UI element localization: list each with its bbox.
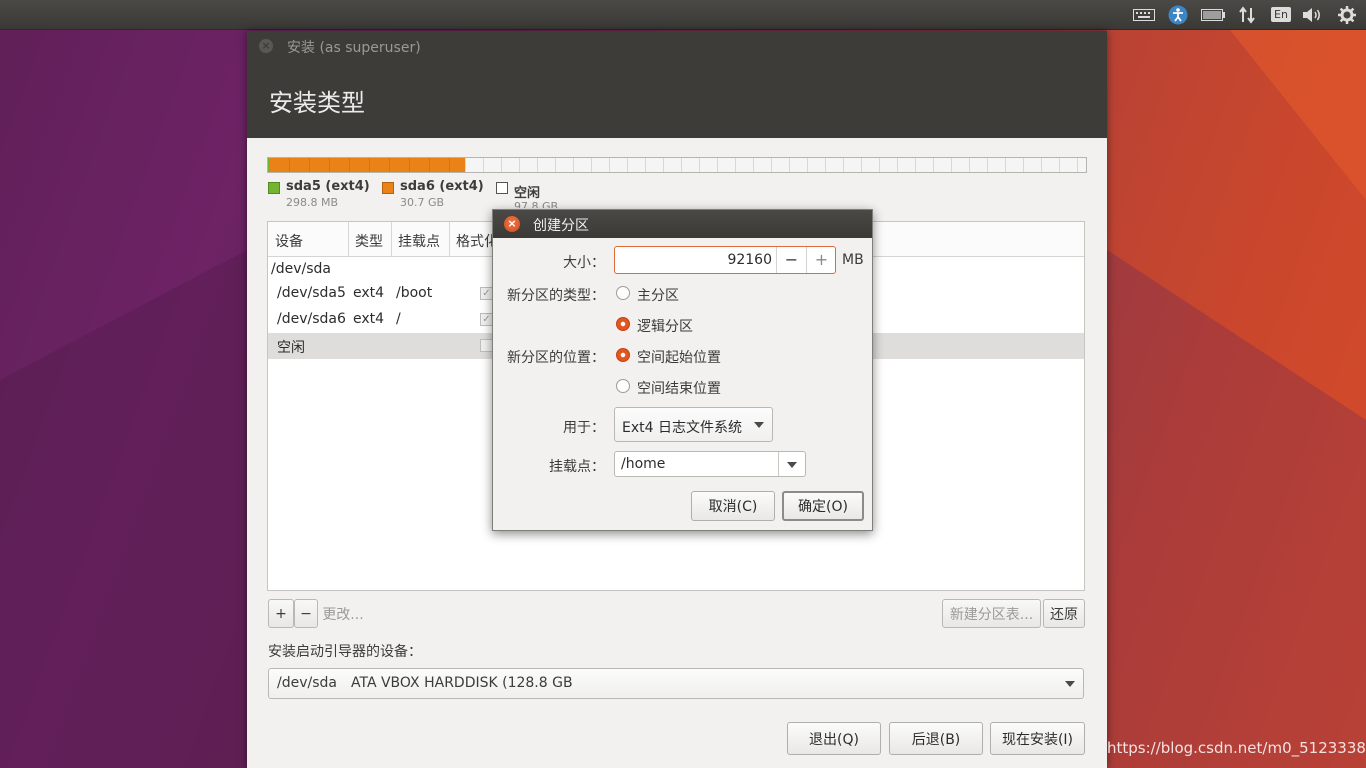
size-unit-label: MB — [842, 252, 864, 268]
location-end-radio[interactable] — [616, 379, 630, 393]
battery-icon[interactable] — [1200, 5, 1226, 24]
partition-type-label: 新分区的类型： — [507, 288, 605, 304]
ok-button[interactable]: 确定(O) — [782, 491, 864, 521]
legend-size-sda6: 30.7 GB — [400, 196, 445, 209]
chevron-down-icon[interactable] — [787, 462, 797, 468]
close-icon[interactable]: × — [504, 216, 520, 232]
legend-size-free: 97.8 GB — [514, 200, 559, 208]
column-header-mount[interactable]: 挂载点 — [398, 231, 440, 251]
disk-bar-sda6 — [270, 158, 465, 172]
volume-icon[interactable] — [1302, 5, 1324, 24]
boot-device-description: ATA VBOX HARDDISK (128.8 GB — [351, 675, 573, 691]
mount-point-value: /home — [621, 456, 666, 472]
legend-name-sda6: sda6 (ext4) — [400, 179, 484, 194]
row-mount: /boot — [396, 285, 433, 301]
dialog-titlebar: × 创建分区 — [493, 210, 872, 238]
remove-partition-button[interactable]: − — [294, 599, 318, 628]
row-mount: / — [396, 311, 401, 327]
row-device: /dev/sda — [271, 261, 331, 277]
network-icon[interactable] — [1237, 5, 1257, 24]
input-method-icon[interactable]: En — [1270, 5, 1292, 24]
column-separator — [348, 222, 349, 256]
size-label: 大小： — [563, 255, 605, 271]
row-device: 空闲 — [277, 340, 305, 356]
increase-size-button[interactable]: + — [806, 247, 836, 273]
installer-header: × 安装 (as superuser) 安装类型 — [247, 31, 1107, 138]
new-partition-table-button[interactable]: 新建分区表... — [942, 599, 1041, 628]
chevron-down-icon — [1065, 681, 1075, 687]
filesystem-select[interactable]: Ext4 日志文件系统 — [614, 407, 773, 442]
quit-button[interactable]: 退出(Q) — [787, 722, 881, 755]
size-input[interactable]: 92160 − + — [614, 246, 836, 274]
primary-partition-radio[interactable] — [616, 286, 630, 300]
accessibility-icon[interactable] — [1167, 5, 1189, 24]
logical-partition-label: 逻辑分区 — [637, 319, 693, 335]
partition-location-label: 新分区的位置： — [507, 350, 605, 366]
row-type: ext4 — [353, 311, 385, 327]
legend-swatch-sda6 — [382, 182, 394, 194]
column-separator — [449, 222, 450, 256]
chevron-down-icon — [754, 422, 764, 428]
add-partition-button[interactable]: + — [268, 599, 294, 628]
legend-size-sda5: 298.8 MB — [286, 196, 339, 209]
combo-separator — [778, 452, 779, 476]
column-separator — [391, 222, 392, 256]
window-close-icon[interactable]: × — [259, 39, 273, 53]
create-partition-dialog: × 创建分区 大小： 92160 − + MB 新分区的类型： 主分区 逻辑分区… — [492, 209, 873, 531]
column-header-type[interactable]: 类型 — [355, 231, 383, 251]
mount-point-label: 挂载点： — [549, 459, 605, 475]
row-device: /dev/sda6 — [277, 311, 346, 327]
disk-usage-bar — [267, 157, 1087, 173]
cancel-button[interactable]: 取消(C) — [691, 491, 775, 521]
boot-loader-label: 安装启动引导器的设备： — [268, 644, 422, 660]
size-value: 92160 — [727, 252, 772, 268]
legend-swatch-sda5 — [268, 182, 280, 194]
legend-name-sda5: sda5 (ext4) — [286, 179, 370, 194]
logical-partition-radio[interactable] — [616, 317, 630, 331]
settings-icon[interactable] — [1336, 5, 1358, 24]
primary-partition-label: 主分区 — [637, 288, 679, 304]
window-title: 安装 (as superuser) — [287, 40, 421, 56]
keyboard-icon[interactable] — [1132, 5, 1156, 24]
use-as-label: 用于： — [563, 420, 605, 436]
revert-button[interactable]: 还原 — [1043, 599, 1085, 628]
location-end-label: 空间结束位置 — [637, 381, 721, 397]
location-start-radio[interactable] — [616, 348, 630, 362]
location-start-label: 空间起始位置 — [637, 350, 721, 366]
legend-name-free: 空闲 — [514, 186, 541, 201]
dialog-title: 创建分区 — [533, 218, 589, 234]
install-now-button[interactable]: 现在安装(I) — [990, 722, 1085, 755]
watermark-text: https://blog.csdn.net/m0_51233386 — [1107, 739, 1366, 757]
decrease-size-button[interactable]: − — [776, 247, 806, 273]
change-partition-button[interactable]: 更改... — [318, 599, 368, 628]
column-header-device[interactable]: 设备 — [275, 231, 303, 251]
filesystem-value: Ext4 日志文件系统 — [622, 420, 742, 436]
row-device: /dev/sda5 — [277, 285, 346, 301]
legend-swatch-free — [496, 182, 508, 194]
back-button[interactable]: 后退(B) — [889, 722, 983, 755]
boot-device: /dev/sda — [277, 675, 337, 691]
page-title: 安装类型 — [269, 89, 365, 117]
top-panel: En — [0, 0, 1366, 30]
row-type: ext4 — [353, 285, 385, 301]
mount-point-combobox[interactable]: /home — [614, 451, 806, 477]
boot-loader-select[interactable]: /dev/sda ATA VBOX HARDDISK (128.8 GB — [268, 668, 1084, 699]
